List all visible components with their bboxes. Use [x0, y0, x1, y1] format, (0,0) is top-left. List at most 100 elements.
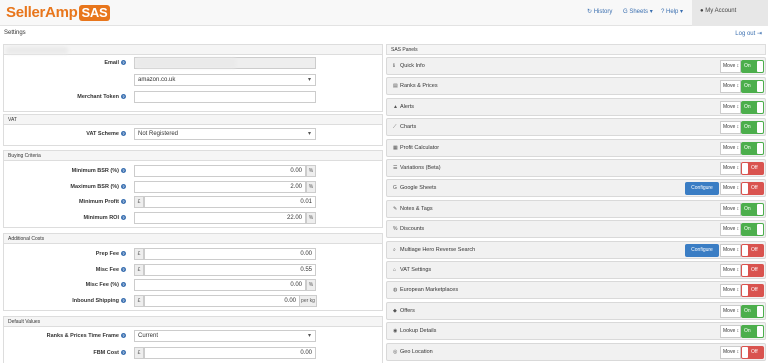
caret-down-icon: ▾ — [680, 9, 684, 15]
misc-fee-label: Misc Fee? — [95, 267, 126, 273]
help-icon: ? — [121, 199, 126, 205]
help-icon: ? — [121, 131, 126, 137]
timeframe-row: Ranks & Prices Time Frame? Current — [4, 330, 384, 344]
sas-panel-row: ⌕ Multiage Hero Reverse Search Configure Mo… — [386, 240, 766, 259]
min-roi-label: Minimum ROI? — [83, 215, 126, 221]
move-handle[interactable]: Move ↕ — [720, 141, 741, 155]
move-handle[interactable]: Move ↕ — [720, 80, 741, 94]
help-icon: ? — [121, 184, 126, 190]
move-handle[interactable]: Move ↕ — [720, 162, 741, 175]
min-bsr-input[interactable]: 0.00 — [134, 165, 306, 177]
panel-toggle[interactable]: On — [741, 304, 764, 318]
min-profit-input[interactable]: 0.01 — [144, 196, 316, 208]
min-profit-row: Minimum Profit? £ 0.01 — [4, 196, 384, 210]
google-icon: G — [393, 185, 397, 192]
misc-fee-percent-input[interactable]: 0.00 — [134, 279, 306, 291]
prep-fee-input[interactable]: 0.00 — [144, 248, 316, 260]
panel-toggle[interactable]: On — [741, 121, 764, 135]
panel-toggle[interactable]: Off — [741, 264, 764, 277]
updown-arrow-icon: ↕ — [736, 83, 740, 90]
misc-fee-percent-row: Misc Fee (%)? 0.00 % — [4, 279, 384, 293]
move-handle[interactable]: Move ↕ — [720, 223, 741, 237]
move-handle[interactable]: Move ↕ — [720, 304, 741, 318]
max-bsr-row: Maximum BSR (%)? 2.00 % — [4, 181, 384, 195]
panel-toggle[interactable]: Off — [741, 345, 764, 359]
brand-logo[interactable]: SellerAmp SAS — [6, 4, 111, 21]
help-icon: ? — [121, 251, 126, 257]
chart-bars-icon: ▤ — [393, 83, 398, 90]
move-handle[interactable]: Move ↕ — [720, 284, 741, 298]
move-handle[interactable]: Move ↕ — [720, 60, 741, 73]
panel-toggle[interactable]: On — [741, 80, 764, 94]
page-title: Settings — [4, 30, 26, 36]
location-icon: ◎ — [393, 348, 398, 355]
panel-toggle[interactable]: Off — [741, 182, 764, 196]
nav-history[interactable]: ↻ History — [587, 8, 612, 15]
configure-button[interactable]: Configure — [685, 243, 719, 257]
vat-scheme-row: VAT Scheme? Not Registered — [4, 128, 384, 142]
sas-panel-label: ◉ Lookup Details — [393, 328, 437, 335]
merchant-token-row: Merchant Token? — [4, 91, 384, 105]
percent-suffix: % — [306, 181, 316, 193]
marketplace-select[interactable]: amazon.co.uk — [134, 74, 316, 86]
updown-arrow-icon: ↕ — [736, 267, 740, 273]
sas-panel-row: ▦ Profit Calculator Move ↕ On — [386, 138, 766, 157]
percent-suffix: % — [306, 279, 316, 291]
sas-panel-row: ✎ Notes & Tags Move ↕ On — [386, 199, 766, 218]
sas-panel-row: ▲ Alerts Move ↕ On — [386, 97, 766, 116]
nav-sheets[interactable]: G Sheets ▾ — [623, 8, 653, 15]
timeframe-select[interactable]: Current — [134, 330, 316, 342]
panel-toggle[interactable]: On — [741, 325, 764, 339]
fbm-cost-input[interactable]: 0.00 — [144, 347, 316, 359]
merchant-token-field[interactable] — [134, 91, 316, 103]
min-roi-input[interactable]: 22.00 — [134, 212, 306, 224]
logout-link[interactable]: Log out ⇥ — [735, 30, 762, 37]
panel-toggle[interactable]: Off — [741, 284, 764, 298]
max-bsr-input[interactable]: 2.00 — [134, 181, 306, 193]
info-icon: ℹ — [393, 63, 395, 69]
nav-my-account[interactable]: ● My Account — [692, 0, 768, 26]
prep-fee-label: Prep Fee? — [95, 251, 126, 257]
panel-toggle[interactable]: On — [741, 223, 764, 237]
move-handle[interactable]: Move ↕ — [720, 182, 741, 196]
move-handle[interactable]: Move ↕ — [720, 202, 741, 216]
misc-fee-input[interactable]: 0.55 — [144, 264, 316, 276]
move-handle[interactable]: Move ↕ — [720, 100, 741, 114]
inbound-shipping-input[interactable]: 0.00 — [144, 295, 300, 307]
updown-arrow-icon: ↕ — [736, 246, 740, 253]
vat-panel: VAT VAT Scheme? Not Registered — [3, 114, 383, 146]
move-handle[interactable]: Move ↕ — [720, 264, 741, 277]
fbm-cost-row: FBM Cost? £ 0.00 — [4, 347, 384, 361]
help-icon: ? — [121, 333, 126, 339]
panel-toggle[interactable]: On — [741, 100, 764, 114]
marketplace-row: amazon.co.uk — [4, 74, 384, 88]
panel-toggle[interactable]: On — [741, 60, 764, 73]
caret-down-icon: ▾ — [649, 9, 653, 15]
sas-panel-label: ☰ Variations (Beta) — [393, 165, 441, 171]
warning-icon: ▲ — [393, 103, 398, 110]
calculator-icon: ▦ — [393, 144, 398, 151]
move-handle[interactable]: Move ↕ — [720, 345, 741, 359]
line-chart-icon: ⟋ — [393, 124, 397, 131]
configure-button[interactable]: Configure — [685, 182, 719, 196]
panel-toggle[interactable]: On — [741, 141, 764, 155]
panel-toggle[interactable]: On — [741, 202, 764, 216]
account-panel: Email? amazon.co.uk Merchant Token? — [3, 44, 383, 112]
updown-arrow-icon: ↕ — [736, 205, 740, 212]
help-icon: ? — [121, 215, 126, 221]
move-handle[interactable]: Move ↕ — [720, 121, 741, 135]
account-panel-header — [4, 45, 382, 55]
help-icon: ? — [121, 168, 126, 174]
panel-toggle[interactable]: Off — [741, 162, 764, 175]
notes-icon: ✎ — [393, 205, 398, 212]
panel-toggle[interactable]: Off — [741, 243, 764, 257]
move-handle[interactable]: Move ↕ — [720, 243, 741, 257]
merchant-token-label: Merchant Token? — [77, 94, 126, 100]
currency-prefix: £ — [134, 295, 144, 307]
sheets-icon: G — [623, 9, 628, 15]
vat-scheme-select[interactable]: Not Registered — [134, 128, 316, 140]
move-handle[interactable]: Move ↕ — [720, 325, 741, 339]
sas-panel-label: ⌕ Multiage Hero Reverse Search — [393, 246, 476, 253]
nav-help[interactable]: ? Help ▾ — [661, 8, 683, 15]
buying-criteria-header: Buying Criteria — [4, 151, 382, 161]
